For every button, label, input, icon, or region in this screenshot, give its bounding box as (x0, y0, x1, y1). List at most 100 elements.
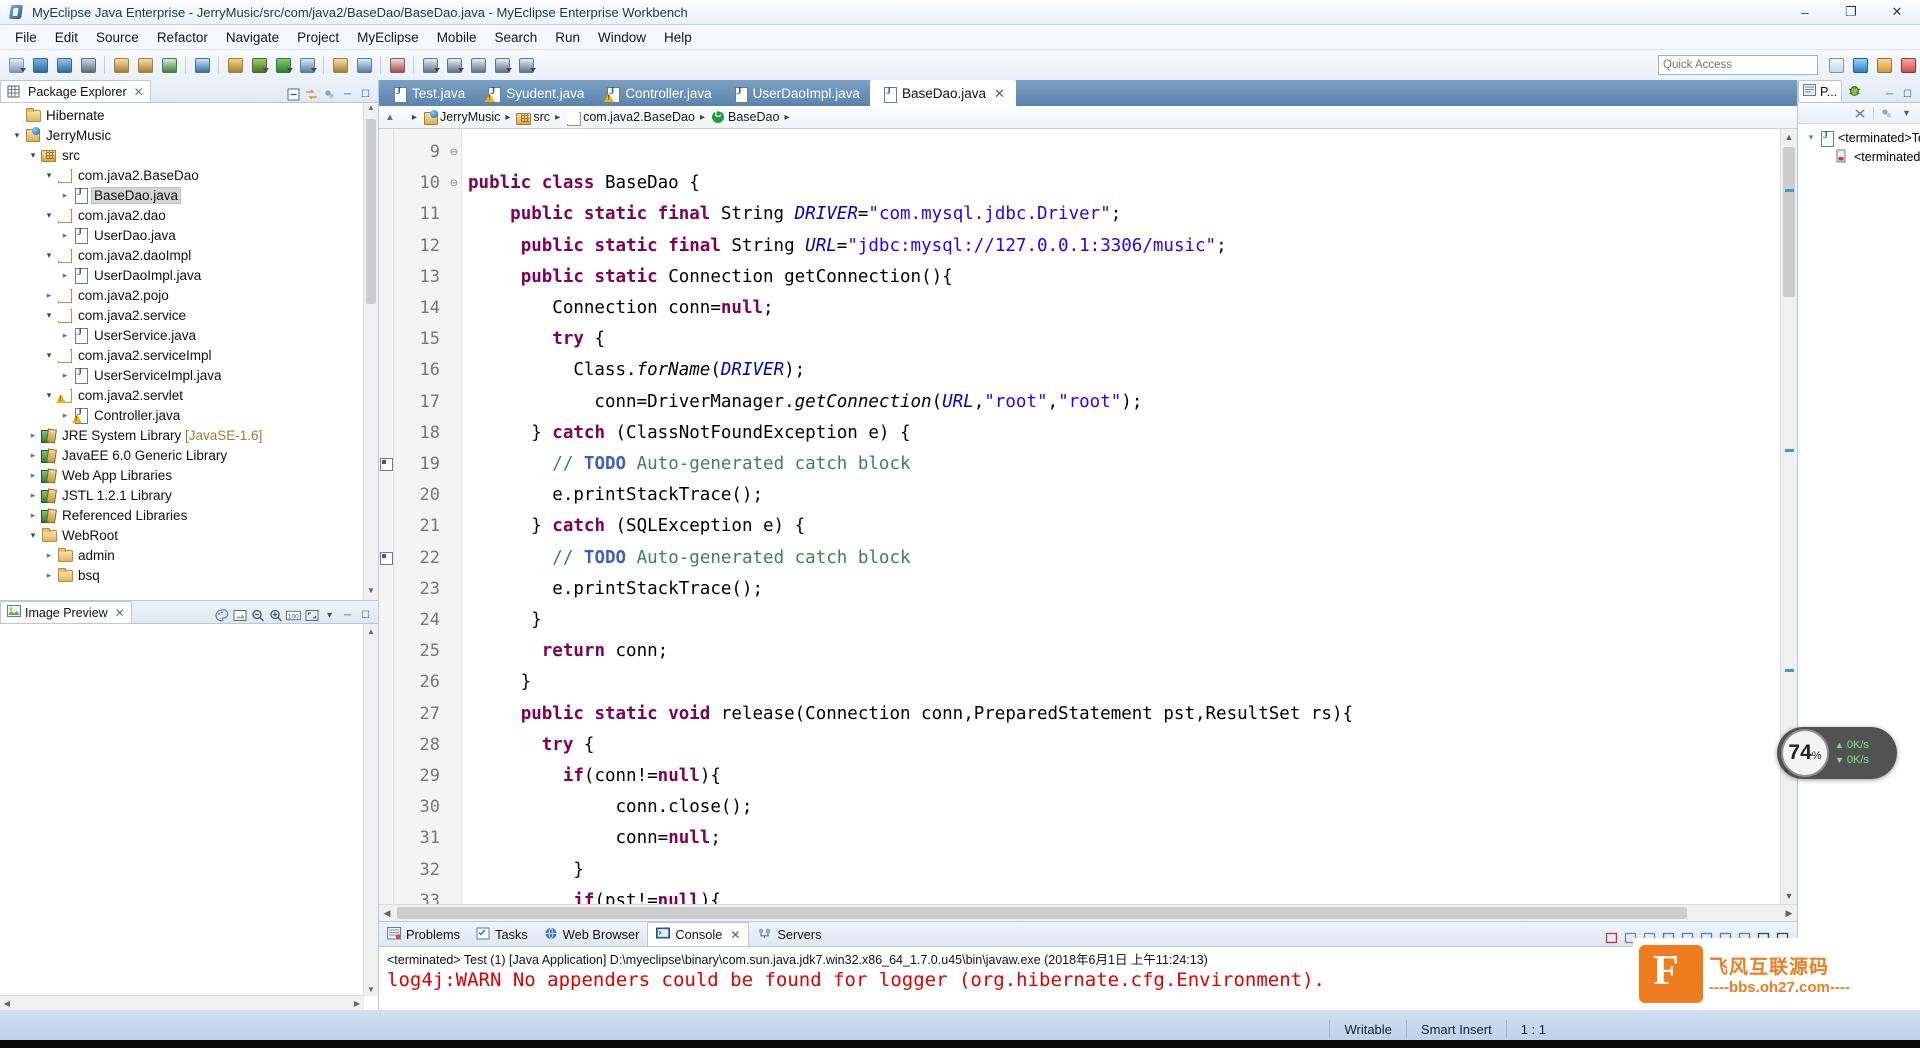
palette-icon[interactable] (214, 608, 229, 623)
console-tab-web-browser[interactable]: Web Browser (536, 923, 648, 946)
chevron-down-icon[interactable] (458, 68, 464, 72)
tab-problems-mini[interactable]: P... (1798, 80, 1843, 102)
chevron-down-icon[interactable]: ▾ (42, 210, 56, 221)
editor-scroll-up-icon[interactable]: ▲ (385, 112, 395, 123)
menu-item-file[interactable]: File (6, 27, 46, 48)
console-tab-servers[interactable]: Servers (749, 923, 829, 946)
code-line[interactable]: try { (468, 730, 1780, 761)
code-line[interactable]: } catch (ClassNotFoundException e) { (468, 418, 1780, 449)
view-menu-chevron-icon[interactable]: ▾ (1899, 106, 1914, 121)
java-perspective-icon[interactable] (1873, 54, 1895, 76)
editor-tab-test-java[interactable]: Test.java (381, 81, 475, 106)
tree-item[interactable]: ▾ JerryMusic (0, 125, 378, 145)
code-line[interactable]: if(pst!=null){ (468, 886, 1780, 904)
chevron-right-icon[interactable]: ▸ (26, 490, 40, 501)
scroll-right-icon[interactable]: ▶ (1781, 905, 1797, 921)
tree-item[interactable]: Hibernate (0, 105, 378, 125)
breadcrumb-item[interactable]: BaseDao (710, 109, 779, 125)
scroll-down-icon[interactable]: ▼ (364, 982, 378, 996)
code-line[interactable]: Class.forName(DRIVER); (468, 355, 1780, 386)
chevron-right-icon[interactable]: ▸ (42, 570, 56, 581)
menu-item-navigate[interactable]: Navigate (217, 27, 288, 48)
tree-item[interactable]: ▸ Controller.java (0, 405, 378, 425)
web-perspective-icon[interactable] (1897, 54, 1919, 76)
tree-item[interactable]: ▾ com.java2.daoImpl (0, 245, 378, 265)
maximize-button[interactable]: ❐ (1828, 0, 1874, 24)
close-button[interactable]: ✕ (1874, 0, 1920, 24)
fit-image-icon[interactable] (232, 608, 247, 623)
tree-item[interactable]: ▸ UserDao.java (0, 225, 378, 245)
myeclipse-perspective-icon[interactable] (1849, 54, 1871, 76)
menu-item-source[interactable]: Source (87, 27, 148, 48)
console-tab-console[interactable]: Console ✕ (647, 922, 750, 946)
folding-ruler[interactable]: ⊖ ⊖ (447, 129, 462, 904)
collapse-all-icon[interactable] (286, 87, 301, 102)
maximize-view-icon[interactable]: ☐ (1900, 87, 1915, 102)
scroll-left-icon[interactable]: ◀ (0, 996, 14, 1010)
chevron-right-icon[interactable]: ▸ (42, 290, 56, 301)
next-annotation-icon[interactable] (443, 54, 465, 76)
view-menu-icon[interactable] (322, 87, 337, 102)
breadcrumb-item[interactable]: JerryMusic (422, 110, 500, 125)
scroll-left-icon[interactable]: ◀ (379, 905, 395, 921)
chevron-down-icon[interactable] (506, 68, 512, 72)
new-java-project-icon[interactable] (110, 54, 132, 76)
source-code[interactable]: public class BaseDao { public static fin… (462, 129, 1780, 904)
tab-debug[interactable] (1842, 81, 1867, 102)
chevron-right-icon[interactable]: ▸ (58, 270, 72, 281)
tree-item[interactable]: ▾ com.java2.BaseDao (0, 165, 378, 185)
save-icon[interactable] (29, 54, 51, 76)
fit-window-icon[interactable] (304, 608, 319, 623)
code-line[interactable]: e.printStackTrace(); (468, 480, 1780, 511)
chevron-down-icon[interactable]: ▾ (1804, 132, 1818, 143)
network-speed-widget[interactable]: 74% ▲ 0K/s ▼ 0K/s (1777, 727, 1897, 779)
code-line[interactable]: public static Connection getConnection()… (468, 262, 1780, 293)
scroll-up-icon[interactable]: ▲ (1781, 129, 1797, 145)
tree-item[interactable]: ▸ com.java2.pojo (0, 285, 378, 305)
zoom-100-icon[interactable]: 100 (286, 608, 301, 623)
menu-item-help[interactable]: Help (655, 27, 701, 48)
chevron-right-icon[interactable]: ▸ (58, 190, 72, 201)
close-icon[interactable]: ✕ (134, 85, 144, 99)
console-output[interactable]: log4j:WARN No appenders could be found f… (379, 969, 1797, 1010)
prev-annotation-icon[interactable] (419, 54, 441, 76)
code-line[interactable]: try { (468, 324, 1780, 355)
chevron-down-icon[interactable] (434, 68, 440, 72)
breadcrumb-item[interactable]: com.java2.BaseDao (565, 110, 695, 125)
chevron-right-icon[interactable]: ▸ (26, 430, 40, 441)
breadcrumb-item[interactable]: src (515, 110, 550, 125)
terminate-icon[interactable] (1603, 929, 1620, 946)
editor-tab-userdaoimpl-java[interactable]: UserDaoImpl.java (722, 81, 870, 106)
run-icon[interactable] (272, 54, 294, 76)
new-wiz2-icon[interactable] (329, 54, 351, 76)
close-icon[interactable]: ✕ (994, 86, 1005, 102)
chevron-right-icon[interactable]: ▸ (26, 510, 40, 521)
code-line[interactable] (468, 137, 1780, 168)
debug-tree-item[interactable]: ▾ <terminated>Te (1798, 128, 1920, 147)
mark-occurrences-icon[interactable] (386, 54, 408, 76)
code-line[interactable]: // TODO Auto-generated catch block (468, 449, 1780, 480)
editor-vscroll-thumb[interactable] (1783, 147, 1795, 297)
tree-item[interactable]: ▾ com.java2.servlet (0, 385, 378, 405)
editor-vscrollbar[interactable]: ▲ ▼ (1780, 129, 1797, 904)
fold-toggle-icon[interactable]: ⊖ (447, 168, 461, 199)
code-line[interactable]: } (468, 667, 1780, 698)
menu-item-edit[interactable]: Edit (46, 27, 87, 48)
tree-item[interactable]: ▸ JSTL 1.2.1 Library (0, 485, 378, 505)
console-tab-tasks[interactable]: Tasks (468, 923, 536, 946)
run-external-icon[interactable] (296, 54, 318, 76)
menu-item-project[interactable]: Project (288, 27, 348, 48)
scroll-up-icon[interactable]: ▲ (364, 103, 378, 117)
fold-toggle-icon[interactable]: ⊖ (447, 137, 461, 168)
menu-item-window[interactable]: Window (589, 27, 655, 48)
code-line[interactable]: // TODO Auto-generated catch block (468, 543, 1780, 574)
overview-marker[interactable] (1785, 189, 1794, 192)
chevron-down-icon[interactable] (263, 68, 269, 72)
tree-item[interactable]: ▸ JRE System Library [JavaSE-1.6] (0, 425, 378, 445)
quick-access-input[interactable] (1658, 55, 1818, 75)
tree-item[interactable]: ▸ bsq (0, 565, 378, 585)
tree-item[interactable]: ▸ JavaEE 6.0 Generic Library (0, 445, 378, 465)
tree-item[interactable]: ▸ Referenced Libraries (0, 505, 378, 525)
editor-marker-gutter[interactable] (379, 129, 394, 904)
link-with-editor-icon[interactable] (304, 87, 319, 102)
